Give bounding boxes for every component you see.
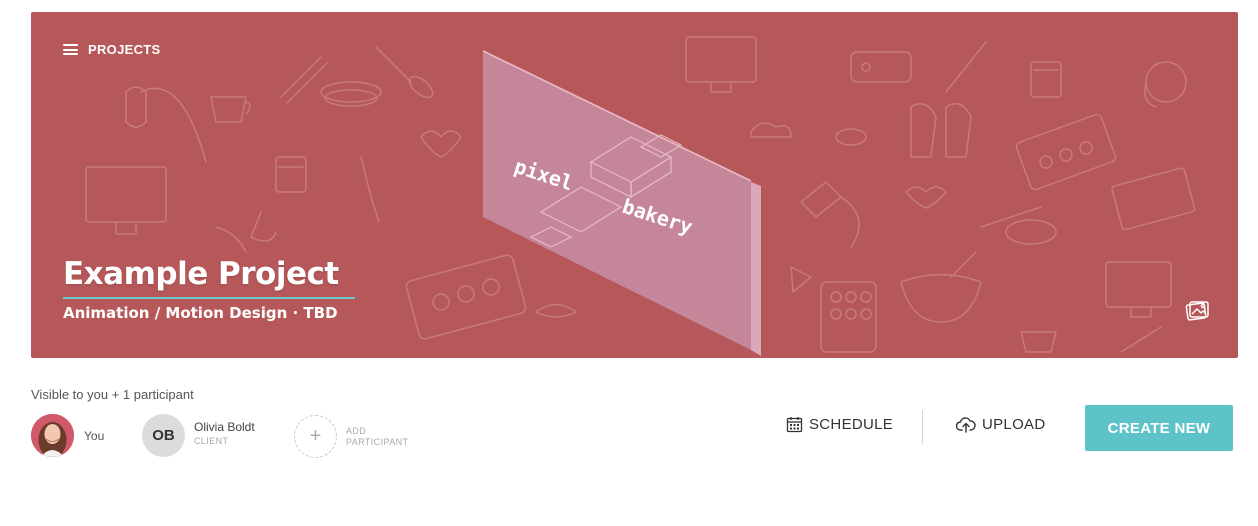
cloud-upload-icon bbox=[956, 417, 976, 433]
participant-client[interactable]: OB Olivia Boldt CLIENT bbox=[142, 414, 255, 457]
create-new-button[interactable]: CREATE NEW bbox=[1085, 405, 1233, 451]
project-title: Example Project bbox=[63, 256, 339, 292]
project-subtitle: Animation / Motion Design · TBD bbox=[63, 304, 338, 322]
action-divider bbox=[922, 410, 923, 444]
avatar: OB bbox=[142, 414, 185, 457]
add-participant-button[interactable]: + ADD PARTICIPANT bbox=[294, 415, 408, 458]
add-label-line2: PARTICIPANT bbox=[346, 436, 409, 447]
image-icon bbox=[1185, 301, 1209, 321]
title-underline bbox=[63, 297, 355, 299]
top-strip bbox=[0, 0, 1258, 12]
schedule-button[interactable]: SCHEDULE bbox=[786, 416, 893, 433]
add-label-line1: ADD bbox=[346, 425, 367, 436]
participant-name: Olivia Boldt bbox=[194, 419, 255, 434]
calendar-icon bbox=[786, 417, 803, 433]
you-label: You bbox=[84, 428, 105, 443]
projects-nav-label: PROJECTS bbox=[88, 42, 161, 57]
visibility-text: Visible to you + 1 participant bbox=[31, 387, 194, 402]
project-hero-banner: pixel bakery PROJECTS Example Project An… bbox=[31, 12, 1238, 358]
upload-button[interactable]: UPLOAD bbox=[956, 416, 1046, 433]
avatar bbox=[31, 414, 74, 457]
upload-label: UPLOAD bbox=[982, 416, 1046, 433]
participant-you[interactable]: You bbox=[31, 414, 104, 457]
hamburger-icon bbox=[63, 44, 78, 55]
plus-icon: + bbox=[294, 415, 337, 458]
projects-nav-button[interactable]: PROJECTS bbox=[63, 42, 160, 57]
participant-role: CLIENT bbox=[194, 435, 229, 446]
schedule-label: SCHEDULE bbox=[809, 416, 894, 433]
change-cover-image-button[interactable] bbox=[1184, 297, 1210, 323]
